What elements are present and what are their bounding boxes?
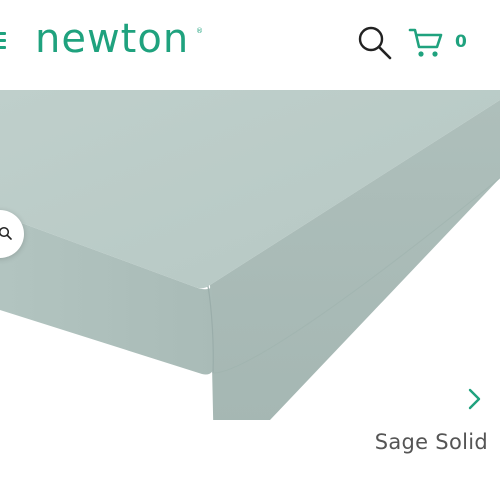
- product-variant-name: Sage Solid: [374, 430, 488, 454]
- hamburger-menu-icon[interactable]: [0, 30, 10, 52]
- search-icon[interactable]: [356, 24, 394, 62]
- zoom-icon: [0, 226, 12, 240]
- registered-mark: ®: [196, 27, 203, 35]
- chevron-right-icon[interactable]: [464, 386, 484, 412]
- brand-logo[interactable]: newton: [35, 14, 189, 64]
- shopping-cart-icon[interactable]: [408, 25, 444, 61]
- cart-count-badge[interactable]: 0: [455, 32, 467, 52]
- site-header: newton ® 0: [0, 0, 500, 90]
- product-image[interactable]: [0, 90, 500, 420]
